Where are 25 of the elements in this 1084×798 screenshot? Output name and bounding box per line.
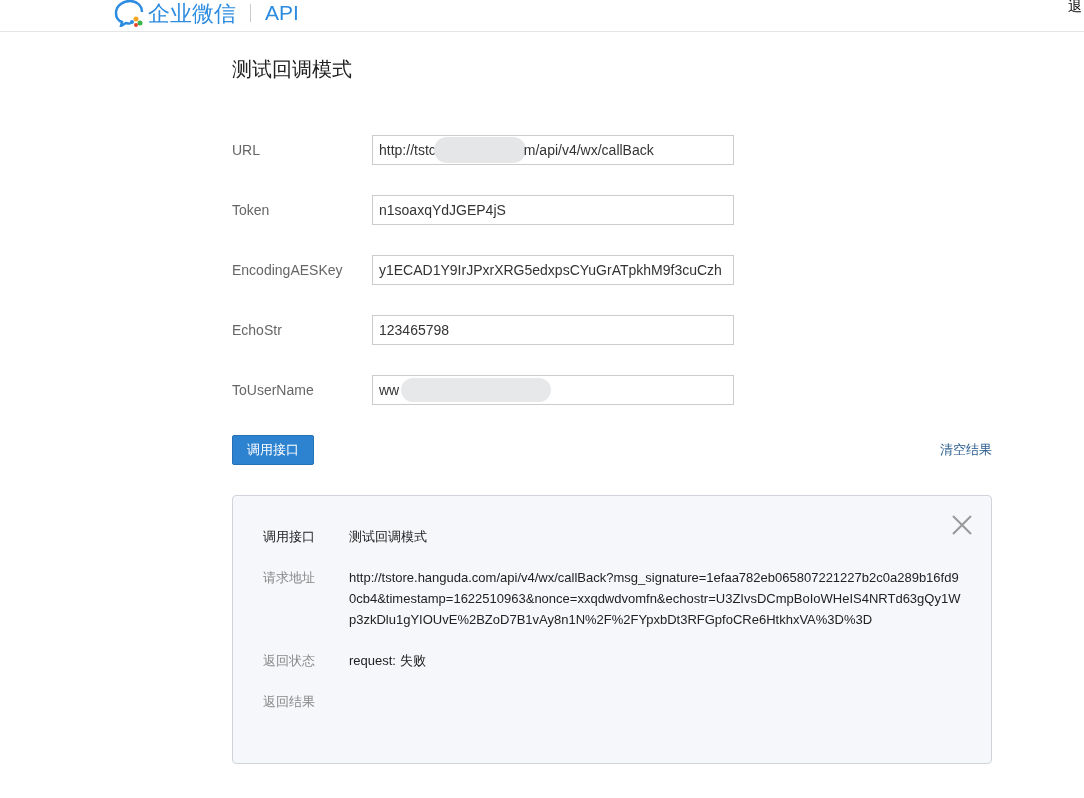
- input-field[interactable]: 123465798: [372, 315, 734, 345]
- input-field[interactable]: y1ECAD1Y9IrJPxrXRG5edxpsCYuGrATpkhM9f3cuCzh: [372, 255, 734, 285]
- logout-link[interactable]: 退: [1068, 0, 1082, 17]
- field-label: ToUserName: [232, 380, 315, 400]
- input-field[interactable]: ww: [372, 375, 734, 405]
- result-value: 测试回调模式: [349, 528, 428, 546]
- call-api-button[interactable]: 调用接口: [232, 435, 314, 465]
- result-value: http://tstore.hanguda.com/api/v4/wx/callBack?msg_signature=1efaa782eb065807221227b2c0a289b16fd90cb4&timestamp=1622510963&nonce=xxqdwdvomfn&echostr=U3ZIvsDCmpBoIoWHeIS4NRTd63gQy1Wp3zkDlu1gYIOUvE%2BZoD7B1vAy8n1N%2F%2FYpxbDt3RFGpfoCRe6HtkhxVA%3D%3D: [349, 569, 961, 629]
- section-title: API: [265, 0, 299, 27]
- clear-results-link[interactable]: 清空结果: [940, 440, 992, 460]
- page-title: 测试回调模式: [232, 57, 353, 82]
- result-label: 返回结果: [263, 693, 316, 711]
- result-label: 请求地址: [263, 569, 316, 587]
- result-label: 调用接口: [263, 528, 316, 546]
- field-label: EchoStr: [232, 320, 283, 340]
- input-field[interactable]: n1soaxqYdJGEP4jS: [372, 195, 734, 225]
- result-label: 返回状态: [263, 652, 316, 670]
- field-label: EncodingAESKey: [232, 260, 344, 280]
- logo-text: 企业微信: [148, 0, 236, 28]
- field-label: URL: [232, 140, 261, 160]
- logo-icon: [112, 0, 146, 27]
- field-label: Token: [232, 200, 271, 220]
- input-field[interactable]: http://tstc m/api/v4/wx/callBack: [372, 135, 734, 165]
- close-icon[interactable]: [952, 515, 972, 535]
- result-value: request: 失败: [349, 652, 427, 670]
